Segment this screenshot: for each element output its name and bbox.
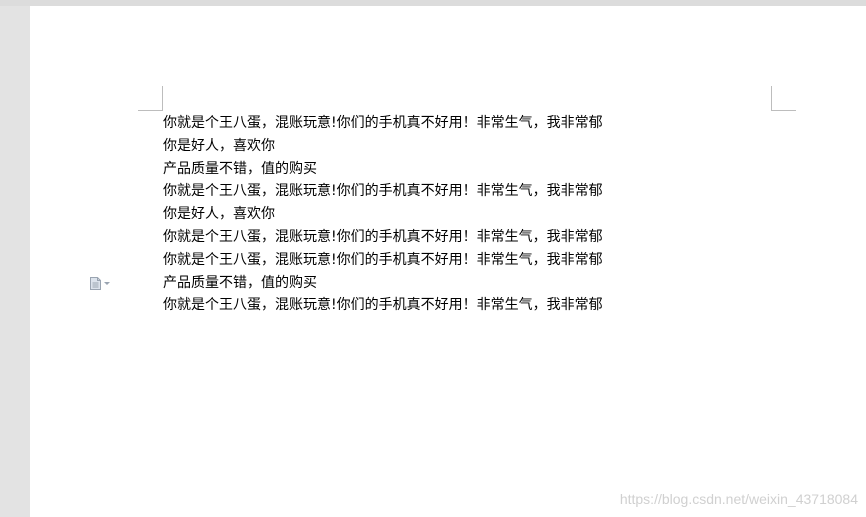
document-line[interactable]: 你就是个王八蛋，混账玩意!你们的手机真不好用！非常生气，我非常郁 (163, 294, 683, 317)
document-line[interactable]: 产品质量不错，值的购买 (163, 158, 683, 181)
document-line[interactable]: 你是好人，喜欢你 (163, 203, 683, 226)
watermark: https://blog.csdn.net/weixin_43718084 (619, 491, 858, 507)
paste-options-button[interactable] (90, 274, 120, 292)
document-line[interactable]: 产品质量不错，值的购买 (163, 272, 683, 295)
top-left-margin-mark (138, 86, 163, 111)
document-line[interactable]: 你就是个王八蛋，混账玩意!你们的手机真不好用！非常生气，我非常郁 (163, 226, 683, 249)
document-line[interactable]: 你是好人，喜欢你 (163, 135, 683, 158)
chevron-down-icon (104, 281, 110, 285)
document-body[interactable]: 你就是个王八蛋，混账玩意!你们的手机真不好用！非常生气，我非常郁 你是好人，喜欢… (163, 112, 683, 317)
document-line[interactable]: 你就是个王八蛋，混账玩意!你们的手机真不好用！非常生气，我非常郁 (163, 112, 683, 135)
paste-options-icon (90, 276, 101, 290)
top-right-margin-mark (771, 86, 796, 111)
document-line[interactable]: 你就是个王八蛋，混账玩意!你们的手机真不好用！非常生气，我非常郁 (163, 180, 683, 203)
document-line[interactable]: 你就是个王八蛋，混账玩意!你们的手机真不好用！非常生气，我非常郁 (163, 249, 683, 272)
document-page[interactable]: 你就是个王八蛋，混账玩意!你们的手机真不好用！非常生气，我非常郁 你是好人，喜欢… (30, 6, 866, 517)
